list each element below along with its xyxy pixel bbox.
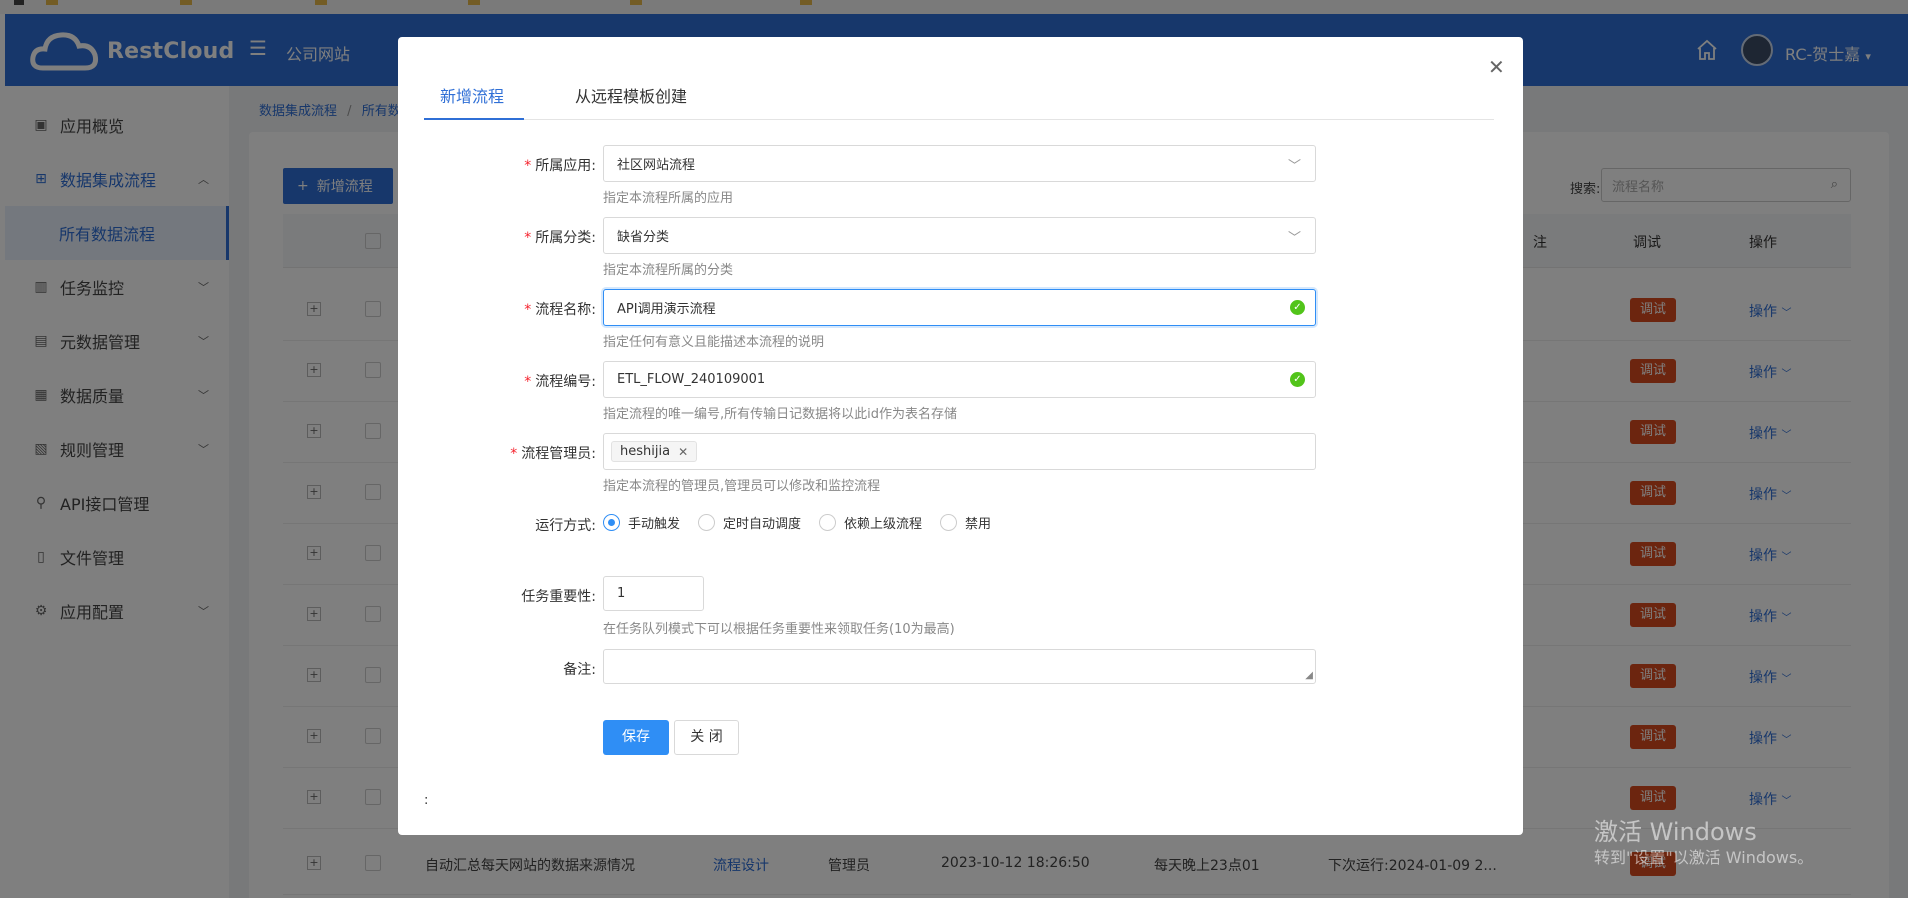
manager-label: * 流程管理员: (510, 446, 596, 462)
app-hint: 指定本流程所属的应用 (603, 191, 734, 206)
run-mode-radio-group: 手动触发 定时自动调度 依赖上级流程 禁用 (603, 513, 1009, 532)
tab-new-flow[interactable]: 新增流程 (424, 83, 524, 120)
flow-code-value: ETL_FLOW_240109001 (617, 372, 766, 387)
app-value: 社区网站流程 (617, 158, 696, 173)
modal-tabs: 新增流程 从远程模板创建 (424, 83, 1494, 120)
radio-dot (940, 514, 958, 531)
chevron-down-icon: ﹀ (1287, 231, 1301, 246)
radio-label: 依赖上级流程 (844, 517, 923, 532)
radio-dependent[interactable]: 依赖上级流程 (819, 513, 922, 532)
close-button[interactable]: 关 闭 (674, 720, 739, 755)
radio-label: 定时自动调度 (723, 517, 802, 532)
radio-dot (603, 514, 620, 531)
flow-name-label: * 流程名称: (524, 302, 596, 318)
flow-code-input[interactable]: ETL_FLOW_240109001 ✓ (603, 361, 1316, 398)
run-mode-label: 运行方式: (535, 518, 596, 534)
category-hint: 指定本流程所属的分类 (603, 263, 734, 278)
flow-name-input[interactable]: API调用演示流程 ✓ (603, 289, 1316, 326)
category-select[interactable]: 缺省分类 ﹀ (603, 217, 1316, 254)
priority-label: 任务重要性: (521, 589, 596, 605)
check-circle-icon: ✓ (1290, 300, 1305, 315)
manager-tag-label: heshijia (620, 444, 671, 459)
remark-label: 备注: (563, 662, 596, 678)
radio-dot (819, 514, 837, 531)
flow-name-hint: 指定任何有意义且能描述本流程的说明 (603, 335, 825, 350)
radio-label: 禁用 (965, 517, 992, 532)
resize-grip-icon[interactable]: ◢ (1305, 670, 1313, 681)
manager-tag: heshijia ✕ (611, 441, 698, 462)
chevron-down-icon: ﹀ (1287, 159, 1301, 174)
close-icon[interactable]: ✕ (1488, 55, 1505, 79)
radio-label: 手动触发 (628, 517, 681, 532)
close-icon[interactable]: ✕ (678, 445, 688, 459)
radio-dot (698, 514, 716, 531)
new-flow-modal: ✕ 新增流程 从远程模板创建 * 所属应用: 社区网站流程 ﹀ 指定本流程所属的应… (398, 37, 1523, 835)
app-select[interactable]: 社区网站流程 ﹀ (603, 145, 1316, 182)
manager-hint: 指定本流程的管理员,管理员可以修改和监控流程 (603, 479, 881, 494)
app-label: * 所属应用: (524, 158, 596, 174)
category-value: 缺省分类 (617, 230, 670, 245)
manager-select[interactable]: heshijia ✕ (603, 433, 1316, 470)
windows-watermark-title: 激活 Windows (1594, 818, 1757, 846)
radio-scheduled[interactable]: 定时自动调度 (698, 513, 801, 532)
flow-code-hint: 指定流程的唯一编号,所有传输日记数据将以此id作为表名存储 (603, 407, 957, 422)
flow-name-value: API调用演示流程 (617, 302, 716, 317)
radio-manual[interactable]: 手动触发 (603, 513, 680, 532)
check-circle-icon: ✓ (1290, 372, 1305, 387)
tab-remote-template[interactable]: 从远程模板创建 (575, 83, 687, 120)
remark-textarea[interactable]: ◢ (603, 649, 1316, 684)
priority-hint: 在任务队列模式下可以根据任务重要性来领取任务(10为最高) (603, 622, 955, 637)
footer-colon: : (424, 793, 429, 808)
priority-value: 1 (617, 586, 626, 601)
priority-input[interactable]: 1 (603, 576, 704, 611)
windows-watermark-subtitle: 转到"设置"以激活 Windows。 (1594, 848, 1814, 867)
save-button[interactable]: 保存 (603, 720, 669, 755)
flow-code-label: * 流程编号: (524, 374, 596, 390)
radio-disabled[interactable]: 禁用 (940, 513, 991, 532)
category-label: * 所属分类: (524, 230, 596, 246)
